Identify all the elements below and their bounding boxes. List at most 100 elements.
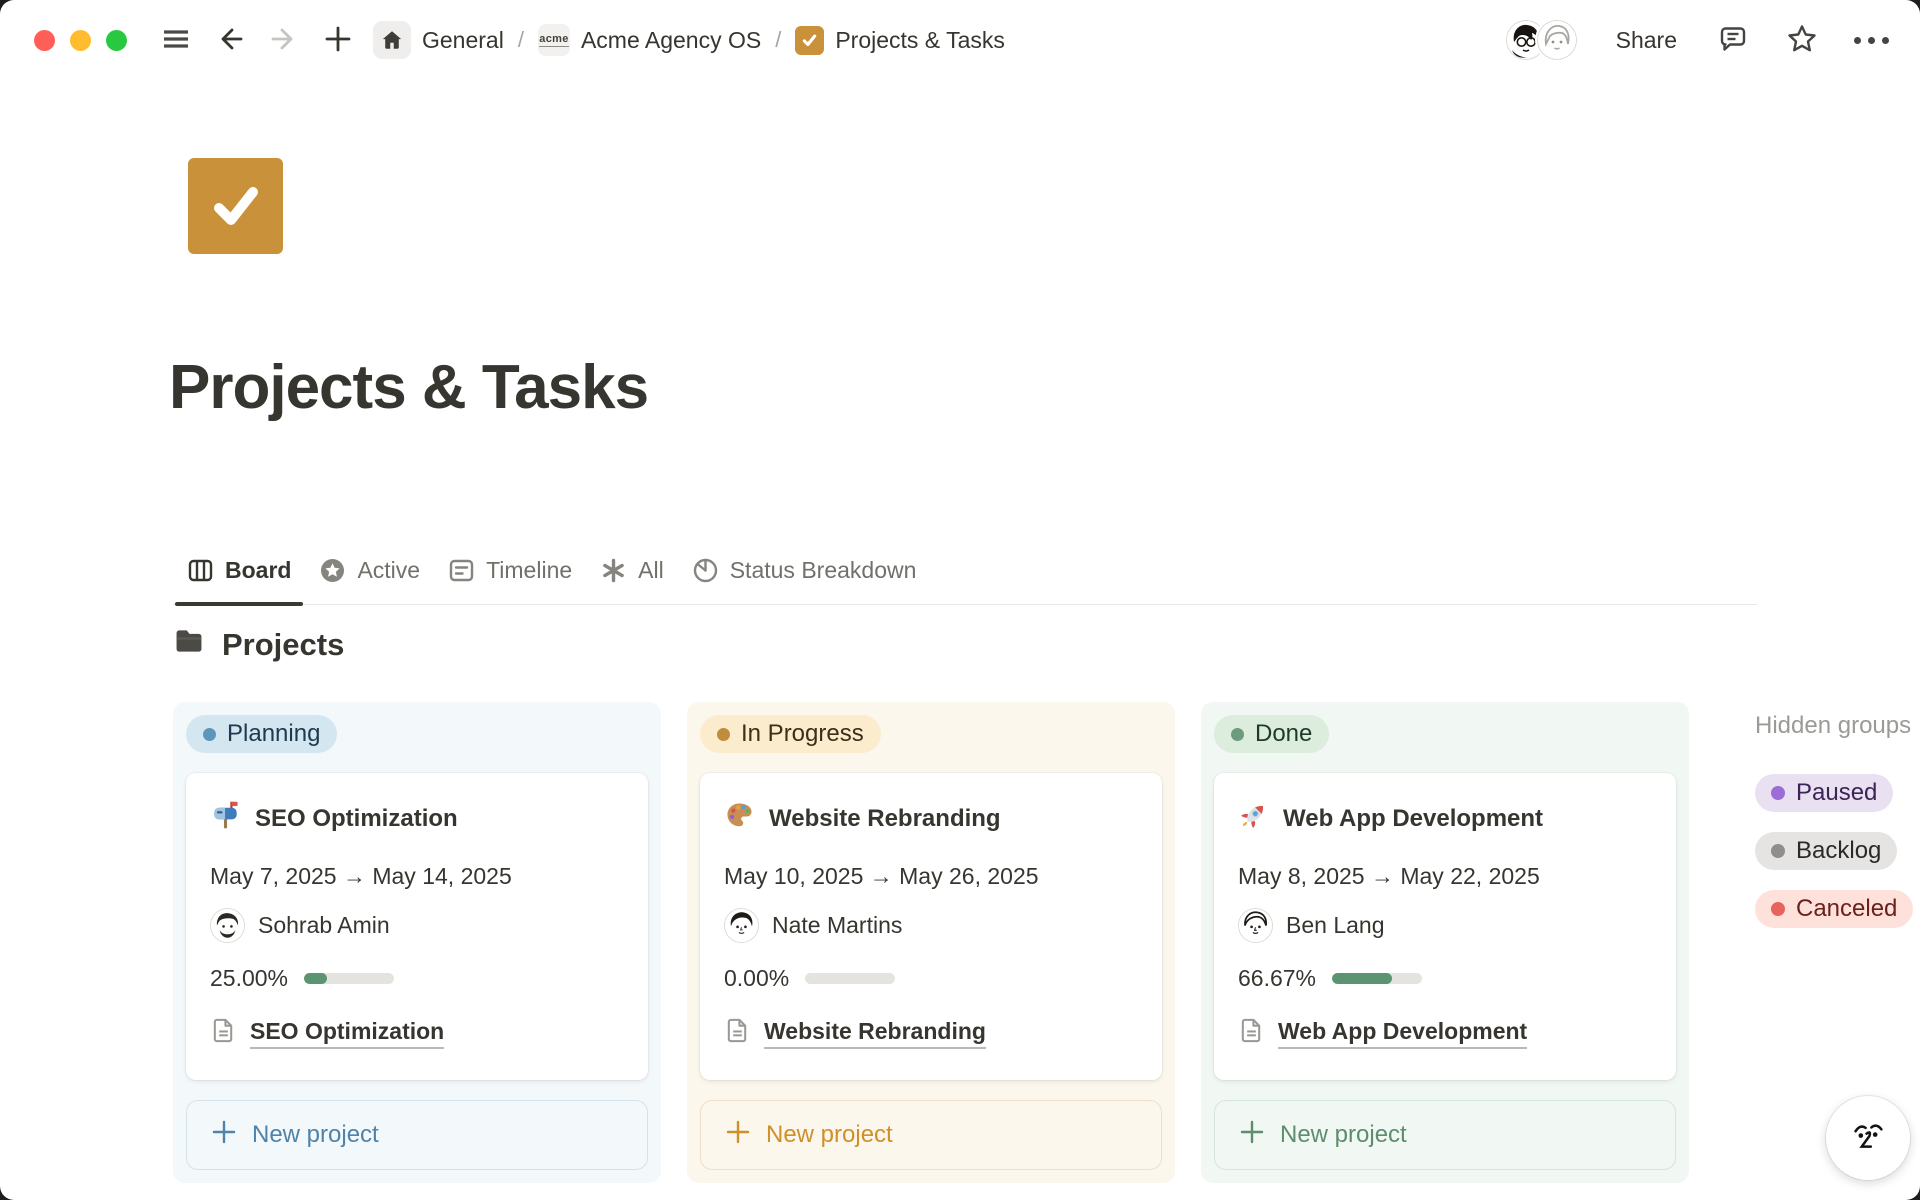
more-options-button[interactable] [1852,21,1890,59]
column-in-progress: In Progress Website Rebranding May 10, 2… [687,702,1175,1183]
assignee-name: Sohrab Amin [258,912,390,939]
close-window-button[interactable] [34,30,55,51]
avatar [724,908,759,943]
hidden-groups: Hidden groups Paused Backlog Canceled [1755,704,1920,928]
card-progress: 25.00% [210,965,624,992]
breadcrumb-label: General [422,27,504,54]
document-icon [724,1017,751,1050]
collaborator-avatars[interactable] [1504,18,1579,62]
card-date-range: May 7, 2025 → May 14, 2025 [210,863,624,890]
palette-icon [724,800,755,838]
status-badge-planning[interactable]: Planning [186,715,337,753]
status-dot [1771,844,1785,858]
project-card[interactable]: SEO Optimization May 7, 2025 → May 14, 2… [186,773,648,1080]
progress-label: 66.67% [1238,965,1316,992]
avatar [1238,908,1273,943]
card-assignee: Ben Lang [1238,908,1652,943]
breadcrumb-label: Projects & Tasks [835,27,1005,54]
minimize-window-button[interactable] [70,30,91,51]
hidden-group-backlog[interactable]: Backlog [1755,832,1897,870]
progress-label: 0.00% [724,965,789,992]
back-button[interactable] [211,21,249,59]
status-dot [203,728,216,741]
hidden-group-paused[interactable]: Paused [1755,774,1893,812]
acme-logo: acme [538,24,570,56]
star-icon [1786,23,1818,58]
notion-ai-face-icon [1845,1114,1891,1163]
timeline-icon [448,557,475,584]
assignee-name: Ben Lang [1286,912,1384,939]
column-planning: Planning SEO Optimization May 7, 2025 → … [173,702,661,1183]
forward-icon [269,24,299,57]
share-button[interactable]: Share [1610,23,1683,58]
assignee-name: Nate Martins [772,912,902,939]
forward-button[interactable] [265,21,303,59]
breadcrumb: General / acme Acme Agency OS / Projects… [373,21,1005,59]
new-project-button[interactable]: New project [700,1100,1162,1170]
plus-icon [323,24,353,57]
card-progress: 66.67% [1238,965,1652,992]
star-circle-icon [319,557,346,584]
card-page-link[interactable]: Web App Development [1238,1017,1652,1050]
status-badge-in-progress[interactable]: In Progress [700,715,881,753]
title-bar: General / acme Acme Agency OS / Projects… [0,0,1920,80]
progress-bar [805,973,895,984]
card-assignee: Sohrab Amin [210,908,624,943]
plus-icon [211,1119,237,1152]
dark-folder-icon [173,625,205,665]
tab-timeline[interactable]: Timeline [434,557,586,604]
back-icon [215,24,245,57]
zoom-window-button[interactable] [106,30,127,51]
page-title[interactable]: Projects & Tasks [169,352,648,423]
card-page-link[interactable]: SEO Optimization [210,1017,624,1050]
comments-button[interactable] [1714,21,1752,59]
status-dot [717,728,730,741]
new-project-button[interactable]: New project [1214,1100,1676,1170]
tab-label: All [638,557,664,584]
view-tabs: Board Active Timeline All Status Breakdo… [173,540,1757,605]
page-icon-checkmark[interactable] [188,158,283,254]
tab-active[interactable]: Active [305,557,434,604]
document-icon [210,1017,237,1050]
card-title-row: Web App Development [1238,800,1652,838]
plus-icon [1239,1119,1265,1152]
breadcrumb-separator: / [772,27,784,53]
document-icon [1238,1017,1265,1050]
breadcrumb-label: Acme Agency OS [581,27,761,54]
tab-board[interactable]: Board [173,557,305,604]
pie-chart-icon [692,557,719,584]
avatar [1535,18,1579,62]
new-tab-button[interactable] [319,21,357,59]
card-page-link[interactable]: Website Rebranding [724,1017,1138,1050]
progress-bar [1332,973,1422,984]
tab-all[interactable]: All [586,557,678,604]
sidebar-menu-button[interactable] [157,21,195,59]
tab-label: Status Breakdown [730,557,917,584]
board-icon [187,557,214,584]
breadcrumb-item-general[interactable]: General [373,21,504,59]
avatar [210,908,245,943]
project-card[interactable]: Web App Development May 8, 2025 → May 22… [1214,773,1676,1080]
progress-bar [304,973,394,984]
new-project-button[interactable]: New project [186,1100,648,1170]
tab-status-breakdown[interactable]: Status Breakdown [678,557,931,604]
status-dot [1771,786,1785,800]
favorite-button[interactable] [1783,21,1821,59]
status-badge-done[interactable]: Done [1214,715,1329,753]
tab-label: Timeline [486,557,572,584]
projects-section-header: Projects [173,625,344,665]
traffic-lights [34,30,127,51]
status-dot [1231,728,1244,741]
card-assignee: Nate Martins [724,908,1138,943]
breadcrumb-separator: / [515,27,527,53]
app-window: General / acme Acme Agency OS / Projects… [0,0,1920,1200]
notion-ai-button[interactable] [1826,1096,1910,1180]
breadcrumb-item-acme-agency-os[interactable]: acme Acme Agency OS [538,24,761,56]
menu-icon [161,24,191,57]
ellipsis-icon [1854,37,1889,44]
card-date-range: May 8, 2025 → May 22, 2025 [1238,863,1652,890]
hidden-group-canceled[interactable]: Canceled [1755,890,1913,928]
project-card[interactable]: Website Rebranding May 10, 2025 → May 26… [700,773,1162,1080]
orange-checkbox-icon [795,26,824,55]
breadcrumb-item-projects-tasks[interactable]: Projects & Tasks [795,26,1005,55]
